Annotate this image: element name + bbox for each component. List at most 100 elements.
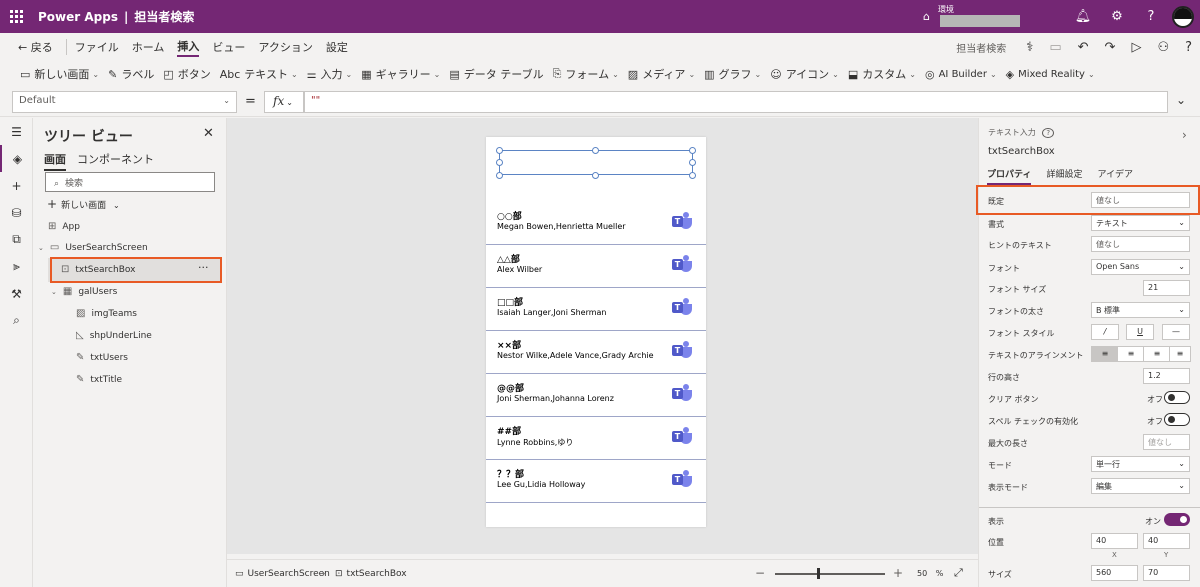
expand-formula-chevron-icon[interactable]: ⌄ <box>1176 93 1186 107</box>
ribbon-button-button[interactable]: ◰ ボタン <box>163 66 210 82</box>
zoom-out-icon[interactable]: − <box>755 566 765 580</box>
environment-picker[interactable]: ⌂ 環境 <box>923 5 1020 27</box>
back-button[interactable]: ← 戻る <box>18 39 53 55</box>
position-y-input[interactable]: 40 <box>1143 533 1190 549</box>
teams-icon[interactable]: T <box>672 255 692 273</box>
menu-action[interactable]: アクション <box>258 39 312 55</box>
tab-properties[interactable]: プロパティ <box>987 167 1032 185</box>
hint-text-input[interactable]: 値なし <box>1091 236 1190 252</box>
gallery-item[interactable]: ××部 Nestor Wilke,Adele Vance,Grady Archie… <box>486 331 706 374</box>
chevron-down-icon[interactable]: ⌄ <box>51 288 57 296</box>
visible-toggle[interactable] <box>1164 513 1190 526</box>
max-length-input[interactable]: 値なし <box>1143 434 1190 450</box>
align-justify-icon[interactable]: ≡ <box>1169 346 1191 362</box>
media-icon[interactable]: ⧉ <box>0 226 33 253</box>
teams-icon[interactable]: T <box>672 427 692 445</box>
align-right-icon[interactable]: ≡ <box>1143 346 1171 362</box>
tab-components[interactable]: コンポーネント <box>77 151 154 171</box>
tab-screens[interactable]: 画面 <box>44 151 66 171</box>
tree-node-txtTitle[interactable]: ✎ txtTitle <box>76 374 122 385</box>
teams-icon[interactable]: T <box>672 341 692 359</box>
property-dropdown[interactable]: Default ⌄ <box>12 91 237 113</box>
insert-plus-icon[interactable]: + <box>0 172 33 199</box>
font-size-input[interactable]: 21 <box>1143 280 1190 296</box>
zoom-slider-thumb[interactable] <box>816 568 820 579</box>
tree-node-screen[interactable]: ⌄ ▭ UserSearchScreen <box>38 242 148 253</box>
breadcrumb-control[interactable]: ⊡ txtSearchBox <box>335 569 407 579</box>
gallery-item[interactable]: △△部 Alex Wilber T <box>486 245 706 288</box>
fx-button[interactable]: fx ⌄ <box>264 91 304 113</box>
preview-play-icon[interactable]: ▷ <box>1131 40 1141 55</box>
advanced-tools-icon[interactable]: ⚒ <box>0 280 33 307</box>
comments-icon[interactable]: ▭ <box>1049 40 1061 55</box>
ribbon-icons-button[interactable]: ☺ アイコン ⌄ <box>770 66 839 82</box>
underline-button[interactable]: U <box>1126 324 1154 340</box>
redo-icon[interactable]: ↷ <box>1105 40 1116 55</box>
menu-view[interactable]: ビュー <box>212 39 245 55</box>
resize-handle[interactable] <box>592 172 599 179</box>
ribbon-media-button[interactable]: ▨ メディア ⌄ <box>628 66 695 82</box>
close-icon[interactable]: ✕ <box>203 126 214 141</box>
tree-view-layers-icon[interactable]: ◈ <box>0 145 33 172</box>
app-screen-preview[interactable]: ○○部 Megan Bowen,Henrietta Mueller T △△部 Alex… <box>486 137 706 527</box>
resize-handle[interactable] <box>689 147 696 154</box>
teams-icon[interactable]: T <box>672 384 692 402</box>
ribbon-text-button[interactable]: Abc テキスト ⌄ <box>220 66 298 82</box>
data-cylinder-icon[interactable]: ⛁ <box>0 199 33 226</box>
undo-icon[interactable]: ↶ <box>1078 40 1089 55</box>
mode-dropdown[interactable]: 単一行 ⌄ <box>1091 456 1190 472</box>
font-weight-dropdown[interactable]: B 標準 ⌄ <box>1091 302 1190 318</box>
ribbon-ai-builder-button[interactable]: ◎ AI Builder ⌄ <box>925 68 997 81</box>
resize-handle[interactable] <box>689 172 696 179</box>
gallery-item[interactable]: ？？部 Lee Gu,Lidia Holloway T <box>486 460 706 503</box>
ribbon-input-button[interactable]: ⚌ 入力 ⌄ <box>307 66 353 82</box>
strikethrough-button[interactable]: — <box>1162 324 1190 340</box>
menu-file[interactable]: ファイル <box>75 39 119 55</box>
height-input[interactable]: 70 <box>1143 565 1190 581</box>
chevron-down-icon[interactable]: ⌄ <box>38 244 44 252</box>
menu-insert[interactable]: 挿入 <box>177 38 200 57</box>
resize-handle[interactable] <box>496 172 503 179</box>
help-icon[interactable]: ? <box>1134 0 1168 33</box>
font-dropdown[interactable]: Open Sans ⌄ <box>1091 259 1190 275</box>
align-center-icon[interactable]: ≡ <box>1117 346 1145 362</box>
resize-handle[interactable] <box>496 159 503 166</box>
formula-input[interactable]: "" <box>304 91 1168 113</box>
tree-node-txtUsers[interactable]: ✎ txtUsers <box>76 352 128 363</box>
app-checker-icon[interactable]: ⚕ <box>1026 40 1033 55</box>
position-x-input[interactable]: 40 <box>1091 533 1138 549</box>
resize-handle[interactable] <box>592 147 599 154</box>
tree-node-shpUnderLine[interactable]: ◺ shpUnderLine <box>76 330 152 341</box>
chevron-right-icon[interactable]: › <box>1182 128 1187 142</box>
teams-icon[interactable]: T <box>672 212 692 230</box>
settings-gear-icon[interactable]: ⚙ <box>1100 0 1134 33</box>
fit-to-window-icon[interactable]: ⤢ <box>954 566 963 580</box>
teams-icon[interactable]: T <box>672 298 692 316</box>
spell-check-toggle[interactable] <box>1164 413 1190 426</box>
gallery-item[interactable]: @@部 Joni Sherman,Johanna Lorenz T <box>486 374 706 417</box>
display-mode-dropdown[interactable]: 編集 ⌄ <box>1091 478 1190 494</box>
breadcrumb-screen[interactable]: ▭ UserSearchScreen <box>235 569 330 579</box>
ribbon-label-button[interactable]: ✎ ラベル <box>108 66 154 82</box>
ribbon-custom-button[interactable]: ⬓ カスタム ⌄ <box>848 66 916 82</box>
search-icon[interactable]: ⌕ <box>0 307 33 334</box>
ribbon-gallery-button[interactable]: ▦ ギャラリー ⌄ <box>361 66 440 82</box>
resize-handle[interactable] <box>689 159 696 166</box>
tree-node-app[interactable]: ⊞ App <box>48 221 80 232</box>
gallery-item[interactable]: ##部 Lynne Robbins,ゆり T <box>486 417 706 460</box>
new-screen-button[interactable]: + 新しい画面 ⌄ <box>47 197 120 211</box>
gallery-item[interactable]: □□部 Isaiah Langer,Joni Sherman T <box>486 288 706 331</box>
line-height-input[interactable]: 1.2 <box>1143 368 1190 384</box>
help-question-icon[interactable]: ? <box>1185 40 1192 55</box>
menu-home[interactable]: ホーム <box>132 39 165 55</box>
gallery-item[interactable]: ○○部 Megan Bowen,Henrietta Mueller T <box>486 202 706 245</box>
italic-button[interactable]: / <box>1091 324 1119 340</box>
zoom-in-icon[interactable]: + <box>893 566 903 580</box>
tree-node-imgTeams[interactable]: ▨ imgTeams <box>76 308 137 319</box>
user-avatar[interactable] <box>1172 5 1194 28</box>
menu-settings[interactable]: 設定 <box>326 39 348 55</box>
app-launcher-icon[interactable] <box>0 0 32 33</box>
tab-ideas[interactable]: アイデア <box>1097 167 1133 185</box>
teams-icon[interactable]: T <box>672 470 692 488</box>
ribbon-form-button[interactable]: ⎘ フォーム ⌄ <box>553 66 619 82</box>
